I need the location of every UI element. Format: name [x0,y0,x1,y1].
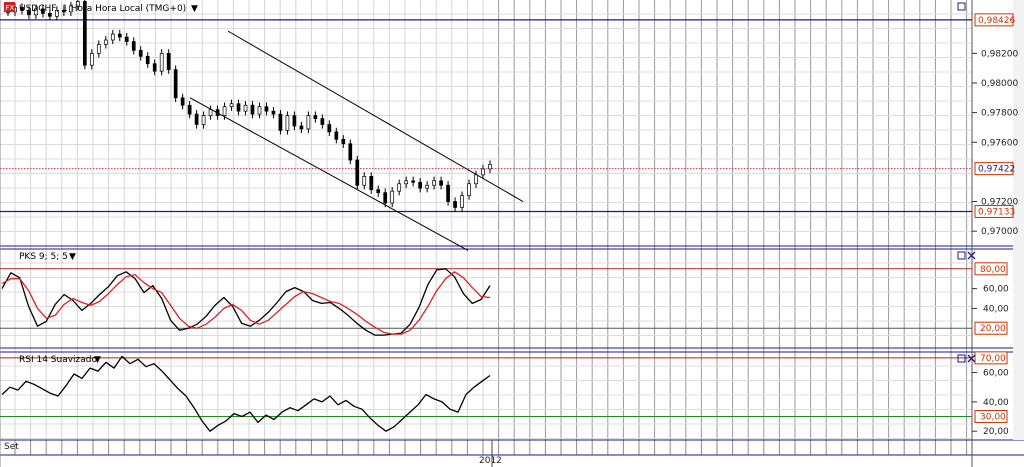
price-tick-label: 0,97000 [981,227,1018,237]
candle-body [173,69,178,99]
candle-body [278,113,283,131]
candle-body [369,175,374,191]
candle-body [229,103,234,108]
price-tick-label: 0,98200 [981,49,1018,59]
current-price-label: 0,97422 [978,165,1015,175]
rsi-tick-label: 20,00 [983,427,1009,437]
candle-body [362,175,367,186]
candle-body [306,115,311,130]
pks-tick-label: 60,00 [983,285,1009,295]
price-panel-title[interactable]: USDCHF, 1 Hora Hora Local (TMG+0) [19,4,186,14]
candle-body [166,52,171,71]
candle-body [6,11,10,14]
candle-body [236,103,241,112]
candle-body [89,52,94,66]
candle-body [404,180,409,185]
candle-body [110,33,115,41]
candle-body [446,184,450,202]
candle-body [334,131,339,140]
price-level-label: 0,98426 [978,16,1015,26]
price-tick-label: 0,97200 [981,198,1018,208]
candle-body [194,113,199,125]
candle-body [355,159,360,186]
candle-body [348,143,353,161]
candle-body [313,115,318,119]
chevron-down-icon[interactable]: ▼ [69,252,76,262]
candle-body [243,104,248,112]
candle-body [103,39,108,45]
candle-body [439,180,443,186]
price-level-label: 0,97133 [978,207,1015,217]
candle-body [187,104,192,115]
candle-body [145,55,150,65]
candle-body [474,174,478,185]
candle-body [201,115,206,125]
chevron-down-icon[interactable]: ▼ [94,355,101,365]
candle-body [383,192,388,204]
candle-body [264,106,269,112]
candle-body [208,109,213,116]
candle-body [397,183,402,192]
candle-body [327,124,332,133]
candle-body [131,41,136,51]
candle-body [117,33,122,38]
candle-body [425,184,429,189]
rsi-tick-label: 40,00 [983,398,1009,408]
candle-body [215,109,220,116]
candle-body [271,110,276,115]
candle-body [159,52,164,72]
candle-body [488,164,492,170]
scrollbar-track [1013,0,1024,440]
pks-level-label: 20,00 [980,324,1006,334]
candle-body [124,36,129,42]
candle-body [453,201,457,208]
candle-body [285,115,290,131]
candle-body [418,181,422,189]
candle-body [250,104,255,115]
candle-body [257,106,262,115]
candle-body [341,138,346,145]
stochastic-title[interactable]: PKS 9; 5; 5 [19,252,68,262]
candle-body [467,183,471,196]
candle-body [411,180,416,183]
pks-tick-label: 40,00 [983,304,1009,314]
price-tick-label: 0,98000 [981,79,1018,89]
chart-canvas: 0,98426 0,97133 0,97422 FX USDCHF, 1 Hora … [0,0,1024,467]
rsi-level-label: 70,00 [980,354,1006,364]
pks-level-label: 80,00 [980,265,1006,275]
candle-body [481,168,485,176]
candle-body [180,97,185,106]
price-panel-header: FX USDCHF, 1 Hora Hora Local (TMG+0) ▼ [4,2,198,14]
rsi-level-label: 30,00 [980,413,1006,423]
candle-body [222,106,227,116]
candle-body [460,195,464,208]
candle-body [299,125,304,130]
candle-body [138,50,143,57]
rsi-title[interactable]: RSI 14 Suavizado [19,355,98,365]
price-tick-label: 0,97600 [981,138,1018,148]
x-label-set: Set [4,442,19,452]
rsi-tick-label: 60,00 [983,369,1009,379]
candle-body [376,189,381,194]
candle-body [152,63,157,72]
price-tick-label: 0,97800 [981,109,1018,119]
candle-body [292,115,297,127]
candle-body [390,190,395,204]
fx-icon-label: FX [6,4,15,12]
candle-body [320,118,325,125]
chevron-down-icon[interactable]: ▼ [191,4,198,14]
x-label-2012: 2012 [479,456,502,466]
candle-body [96,44,101,54]
candle-body [432,180,436,186]
